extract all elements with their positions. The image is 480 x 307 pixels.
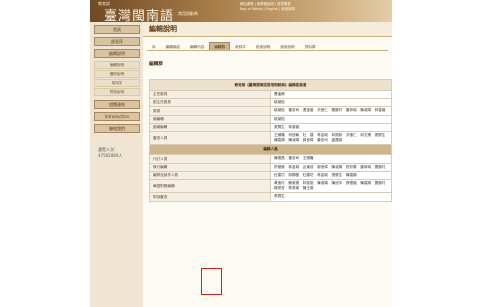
sidebar-subitem-style[interactable]: 體例說明 xyxy=(94,70,140,78)
role-cell: 編詞及製作人員 xyxy=(149,170,271,181)
tab-search-help[interactable]: 檢索說明 xyxy=(251,42,275,50)
tab-editorial-board[interactable]: 編輯群 xyxy=(209,42,231,50)
names-cell: 姚榮松 xyxy=(270,98,392,108)
role-cell: 委員 xyxy=(149,106,271,116)
role-cell: 華語對照編輯 xyxy=(149,179,271,194)
table-row: 副總編輯 張屏生 林香薇 xyxy=(149,122,392,133)
names-cell: 杜建坊 邱錦樹 杜建坊 林金城 張屏生 陳嘉順 xyxy=(270,170,392,181)
table-row: 編詞及製作人員 杜建坊 邱錦樹 杜建坊 林金城 張屏生 陳嘉順 xyxy=(149,170,392,181)
role-cell: 總編輯 xyxy=(149,114,271,124)
names-cell: 王順隆 何信翰 杜 建 林金城 林慶勳 洪惟仁 邱文錫 張屏生 陳嘉順 陳淑娟 … xyxy=(270,131,392,146)
names-cell: 姚榮松 董忠司 連金發 洪惟仁 蕭藤村 董恭瑞 陳淑娟 林香薇 xyxy=(270,106,392,116)
role-cell: 審查人員 xyxy=(149,131,271,146)
editorial-board-table: 教育部《臺灣閩南語常用詞辭典》編輯委員會 主任委員 曹逢甫 副主任委員 姚榮松 … xyxy=(149,79,392,202)
names-cell: 黃惠玲 賴惠德 林俊旭 陳淑娟 陳冠宇 張德福 陳嘉順 蕭藤村 楊秀芳 蔡秀菊 … xyxy=(270,179,392,194)
table-row: 委員 姚榮松 董忠司 連金發 洪惟仁 蕭藤村 董恭瑞 陳淑娟 林香薇 xyxy=(149,106,392,116)
role-cell: 副總編輯 xyxy=(149,122,271,133)
role-cell: 代訂人員 xyxy=(149,154,271,164)
names-cell: 張屏生 林香薇 xyxy=(270,122,392,133)
top-nav: 網站導覽 | 無障礙說明 | 常見問答 Bag of Words | Engli… xyxy=(240,2,388,16)
section-heading: 編輯群 xyxy=(149,62,163,67)
table-caption-row: 教育部《臺灣閩南語常用詞辭典》編輯委員會 xyxy=(149,79,392,91)
site-subtitle: 常用詞辭典 xyxy=(178,11,198,16)
sidebar-item-preface[interactable]: 部長序 xyxy=(94,37,140,46)
names-cell: 曹逢甫 xyxy=(270,89,392,100)
table-caption: 教育部《臺灣閩南語常用詞辭典》編輯委員會 xyxy=(149,79,392,91)
staff-heading: 編輯人員 xyxy=(149,144,392,156)
table-row: 主任委員 曹逢甫 xyxy=(149,89,392,100)
page-title: 編輯說明 xyxy=(143,22,392,37)
page-frame: 教育部 臺灣閩南語 常用詞辭典 網站導覽 | 無障礙說明 | 常見問答 Bag … xyxy=(90,0,392,307)
table-row: 執行編輯 許極燉 林金城 呂東成 鄭良偉 陳淑娟 許彩雲 董恭瑞 蕭藤村 xyxy=(149,162,392,172)
table-row: 附錄審查 張屏生 xyxy=(149,192,392,202)
sidebar-item-editorial[interactable]: 編輯說明 xyxy=(94,49,140,58)
visit-counter-value: 47502084人 xyxy=(98,153,123,158)
sidebar-item-home[interactable]: 首頁 xyxy=(94,25,140,34)
tab-content[interactable]: 編輯內容 xyxy=(185,42,209,50)
site-banner: 教育部 臺灣閩南語 常用詞辭典 網站導覽 | 無障礙說明 | 常見問答 Bag … xyxy=(90,0,392,24)
names-cell: 張屏生 xyxy=(270,192,392,202)
sidebar-subitem-common-words[interactable]: 常用字 xyxy=(94,79,140,87)
tab-collected-words[interactable]: 收錄字 xyxy=(230,42,251,50)
names-cell: 姚榮松 xyxy=(270,114,392,124)
role-cell: 副主任委員 xyxy=(149,98,271,108)
names-cell: 陳德昌 董忠司 王順隆 xyxy=(270,154,392,164)
table-row: 副主任委員 姚榮松 xyxy=(149,98,392,108)
tab-origin[interactable]: 編輯緣起 xyxy=(161,42,185,50)
names-cell: 許極燉 林金城 呂東成 鄭良偉 陳淑娟 許彩雲 董恭瑞 蕭藤村 xyxy=(270,162,392,172)
table-row: 代訂人員 陳德昌 董忠司 王順隆 xyxy=(149,154,392,164)
sidebar-item-links[interactable]: 相關連結 xyxy=(94,100,140,109)
top-nav-line-2[interactable]: Bag of Words | English | 使用說明 xyxy=(240,7,388,12)
staff-heading-row: 編輯人員 xyxy=(149,144,392,156)
main-content: 編輯說明 序 編輯緣起 編輯內容 編輯群 收錄字 檢索說明 使用說明 資料庫 編… xyxy=(143,22,392,307)
visit-counter: 瀏覽人次： 47502084人 xyxy=(98,147,139,159)
sidebar-subitem-appendix[interactable]: 附錄說明 xyxy=(94,88,140,96)
tab-database[interactable]: 資料庫 xyxy=(300,42,321,50)
role-cell: 附錄審查 xyxy=(149,192,271,202)
sidebar: 首頁 部長序 編輯說明 編輯說明 體例說明 常用字 附錄說明 相關連結 Intr… xyxy=(90,22,143,307)
tab-usage[interactable]: 使用說明 xyxy=(275,42,299,50)
sidebar-subitem-editorial[interactable]: 編輯說明 xyxy=(94,61,140,69)
tab-preface[interactable]: 序 xyxy=(147,42,161,50)
table-row: 審查人員 王順隆 何信翰 杜 建 林金城 林慶勳 洪惟仁 邱文錫 張屏生 陳嘉順… xyxy=(149,131,392,146)
role-cell: 主任委員 xyxy=(149,89,271,100)
table-row: 總編輯 姚榮松 xyxy=(149,114,392,124)
tab-bar: 序 編輯緣起 編輯內容 編輯群 收錄字 檢索說明 使用說明 資料庫 xyxy=(147,42,388,51)
sidebar-item-introduction[interactable]: Introduction xyxy=(94,112,140,121)
table-row: 華語對照編輯 黃惠玲 賴惠德 林俊旭 陳淑娟 陳冠宇 張德福 陳嘉順 蕭藤村 楊… xyxy=(149,179,392,194)
role-cell: 執行編輯 xyxy=(149,162,271,172)
annotation-highlight-box xyxy=(201,268,222,295)
sidebar-item-contact[interactable]: 聯絡我們 xyxy=(94,124,140,133)
